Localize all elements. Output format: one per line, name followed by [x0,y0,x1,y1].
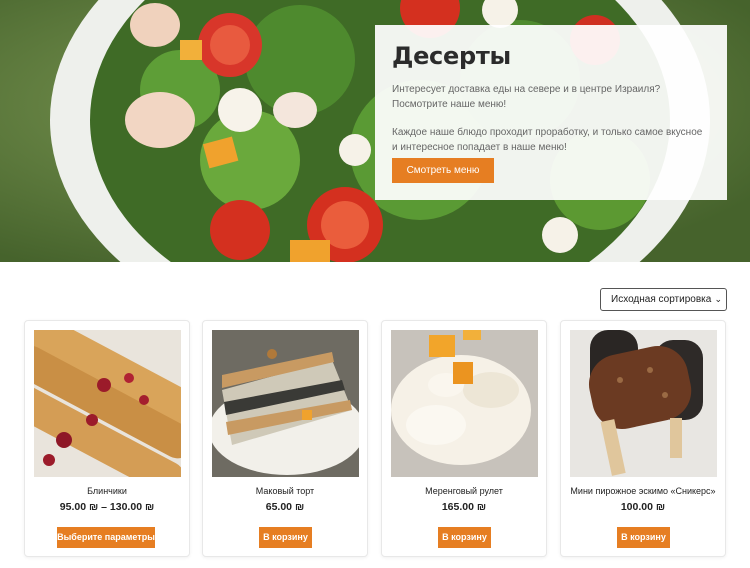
page-title: Десерты [392,42,511,70]
product-name[interactable]: Блинчики [25,486,189,496]
product-image-pancakes[interactable] [34,330,181,477]
sort-selected-value: Исходная сортировка [611,294,712,305]
product-price: 165.00 ₪ [441,501,487,513]
sort-select[interactable]: Исходная сортировка ⌄ [600,288,727,311]
product-image-snickers-eskimo[interactable] [570,330,717,477]
add-to-cart-button[interactable]: В корзину [259,527,312,548]
product-name[interactable]: Мини пирожное эскимо «Сникерс» [561,486,725,496]
product-card: Блинчики 95.00 ₪ – 130.00 ₪ Выберите пар… [24,320,190,557]
product-card: Маковый торт 65.00 ₪ В корзину [202,320,368,557]
view-menu-button[interactable]: Смотреть меню [392,158,494,183]
chevron-down-icon: ⌄ [714,294,722,304]
product-card: Мини пирожное эскимо «Сникерс» 100.00 ₪ … [560,320,726,557]
hero-description-secondary: Каждое наше блюдо проходит проработку, и… [392,127,703,153]
hero-banner: Десерты Интересует доставка еды на север… [0,0,750,262]
product-price: 95.00 ₪ – 130.00 ₪ [59,501,155,513]
product-image-poppy-cake[interactable] [212,330,359,477]
product-price: 65.00 ₪ [265,501,305,513]
product-image-meringue-roll[interactable] [391,330,538,477]
hero-info-card: Десерты Интересует доставка еды на север… [375,25,727,200]
product-card: Меренговый рулет 165.00 ₪ В корзину [381,320,547,557]
select-options-button[interactable]: Выберите параметры [57,527,155,548]
hero-description: Интересует доставка еды на севере и в це… [392,84,661,110]
product-name[interactable]: Маковый торт [203,486,367,496]
add-to-cart-button[interactable]: В корзину [617,527,670,548]
product-price: 100.00 ₪ [620,501,666,513]
add-to-cart-button[interactable]: В корзину [438,527,491,548]
product-name[interactable]: Меренговый рулет [382,486,546,496]
